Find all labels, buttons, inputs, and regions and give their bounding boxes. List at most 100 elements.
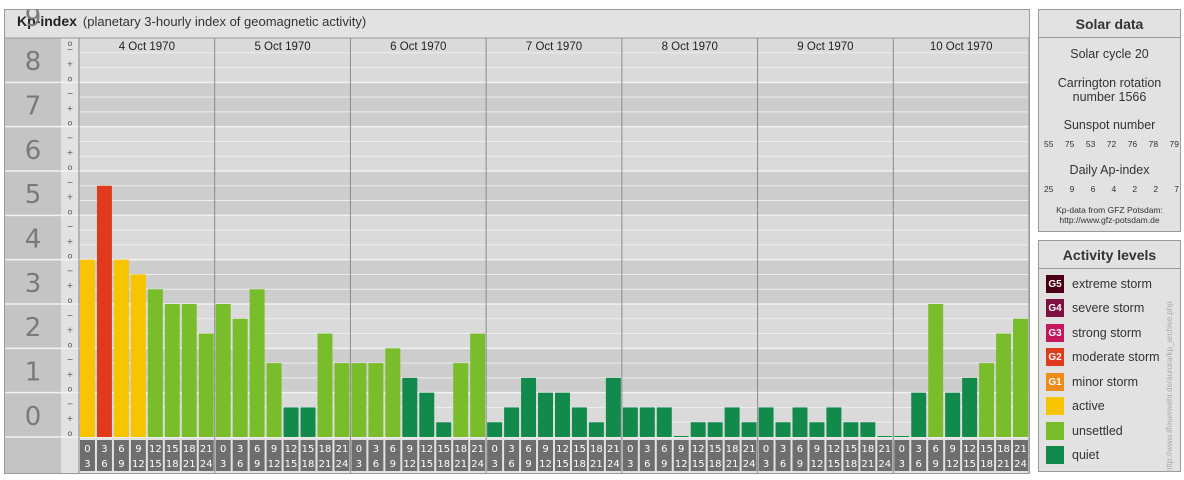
hour-start-label: 0 (899, 444, 905, 455)
minor-tick-label: − (67, 266, 74, 275)
y-tick-label: 2 (25, 313, 42, 343)
minor-tick-label: − (67, 133, 74, 142)
solar-data-panel: Solar data Solar cycle 20 Carrington rot… (1038, 9, 1181, 232)
minor-tick-label: + (67, 281, 74, 290)
kp-bar (877, 436, 893, 437)
kp-band (79, 259, 1029, 304)
legend-label: extreme storm (1072, 277, 1152, 291)
kp-bar (504, 407, 520, 437)
hour-start-label: 3 (508, 444, 514, 455)
kp-bar (571, 407, 587, 437)
legend-label: quiet (1072, 448, 1100, 462)
legend-label: severe storm (1072, 301, 1145, 315)
kp-bar (419, 392, 435, 437)
minor-tick-label: o (68, 207, 73, 216)
legend-item-strong-storm: G3 strong storm (1046, 323, 1141, 343)
hour-start-label: 6 (525, 444, 531, 455)
kp-bar (962, 377, 978, 437)
hour-start-label: 18 (590, 444, 603, 455)
kp-bar (147, 289, 163, 437)
hour-start-label: 6 (797, 444, 803, 455)
hour-end-label: 6 (101, 459, 107, 470)
data-source-link[interactable]: http://www.gfz-potsdam.de (1039, 215, 1180, 225)
kp-bar (317, 333, 333, 437)
hour-start-label: 0 (220, 444, 226, 455)
minor-tick-label: o (68, 296, 73, 305)
kp-bar (385, 348, 401, 437)
hour-start-label: 18 (319, 444, 332, 455)
y-tick-label: 5 (25, 180, 42, 210)
hour-end-label: 21 (590, 459, 603, 470)
kp-bar (181, 304, 197, 437)
ap-value: 4 (1111, 184, 1117, 194)
kp-bar (622, 407, 638, 437)
hour-start-label: 12 (285, 444, 298, 455)
data-source-line1: Kp-data from GFZ Potsdam: (1056, 205, 1163, 215)
hour-start-label: 9 (271, 444, 277, 455)
activity-levels-panel: Activity levels G5 extreme storm G4 seve… (1038, 240, 1181, 472)
day-label: 8 Oct 1970 (662, 41, 718, 53)
hour-end-label: 9 (933, 459, 939, 470)
hour-end-label: 6 (508, 459, 514, 470)
legend-swatch-g4: G4 (1046, 299, 1064, 317)
kp-bar (860, 422, 876, 437)
hour-end-label: 3 (491, 459, 497, 470)
hour-start-label: 12 (420, 444, 433, 455)
hour-end-label: 9 (525, 459, 531, 470)
hour-start-label: 21 (471, 444, 484, 455)
hour-end-label: 18 (573, 459, 586, 470)
hour-end-label: 12 (268, 459, 281, 470)
ap-index-numbers: 25 9 6 4 2 2 7 (1044, 184, 1179, 194)
kp-bar (113, 259, 129, 437)
hour-start-label: 12 (828, 444, 841, 455)
kp-bar (351, 363, 367, 437)
hour-end-label: 15 (963, 459, 976, 470)
day-label: 9 Oct 1970 (797, 41, 853, 53)
kp-bar (402, 377, 418, 437)
minor-tick-label: + (67, 193, 74, 202)
kp-band (79, 215, 1029, 260)
ap-value: 2 (1132, 184, 1138, 194)
minor-tick-label: − (67, 311, 74, 320)
minor-tick-label: o (68, 163, 73, 172)
sunspot-value: 76 (1127, 139, 1138, 149)
hour-start-label: 12 (692, 444, 705, 455)
activity-levels-title: Activity levels (1039, 241, 1180, 269)
kp-bar (656, 407, 672, 437)
hour-start-label: 9 (407, 444, 413, 455)
legend-label: moderate storm (1072, 350, 1160, 364)
minor-tick-label: o (68, 39, 73, 48)
hour-start-label: 6 (661, 444, 667, 455)
hour-start-label: 9 (949, 444, 955, 455)
kp-bar (470, 333, 486, 437)
hour-start-label: 0 (627, 444, 633, 455)
hour-start-label: 15 (980, 444, 993, 455)
kp-bar (775, 422, 791, 437)
hour-end-label: 18 (980, 459, 993, 470)
day-label: 7 Oct 1970 (526, 41, 582, 53)
hour-start-label: 12 (963, 444, 976, 455)
y-tick-label: 7 (25, 92, 42, 122)
kp-bar (368, 363, 384, 437)
hour-end-label: 3 (84, 459, 90, 470)
ap-value: 25 (1044, 184, 1054, 194)
hour-start-label: 18 (861, 444, 874, 455)
minor-tick-label: − (67, 89, 74, 98)
hour-end-label: 3 (356, 459, 362, 470)
legend-label: minor storm (1072, 375, 1138, 389)
sunspot-value: 79 (1169, 139, 1179, 149)
legend-swatch-unsettled (1046, 422, 1064, 440)
minor-tick-label: + (67, 414, 74, 423)
hour-start-label: 21 (200, 444, 213, 455)
ap-value: 7 (1174, 184, 1179, 194)
y-tick-label: 8 (25, 47, 42, 77)
kp-bar (130, 274, 146, 437)
hour-start-label: 3 (373, 444, 379, 455)
minor-tick-label: + (67, 148, 74, 157)
minor-tick-label: o (68, 429, 73, 438)
hour-start-label: 0 (763, 444, 769, 455)
hour-start-label: 18 (454, 444, 467, 455)
hour-start-label: 18 (726, 444, 739, 455)
kp-bar (945, 392, 961, 437)
kp-bar (996, 333, 1012, 437)
